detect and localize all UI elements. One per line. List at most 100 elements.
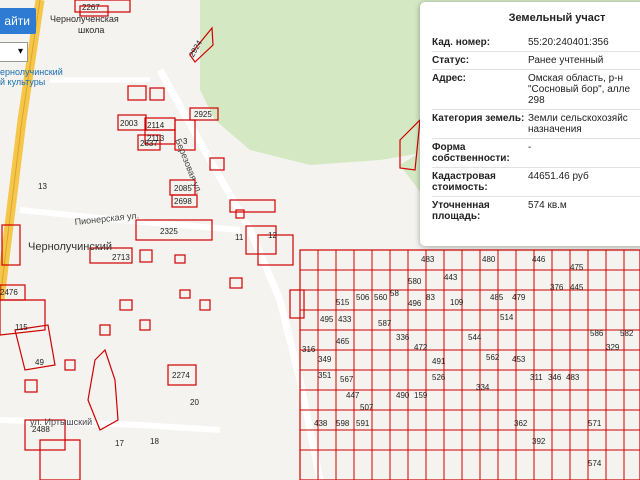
svg-text:115: 115 (15, 323, 28, 332)
svg-text:12: 12 (268, 231, 277, 240)
info-value: Земли сельскохозяйс назначения (528, 113, 640, 135)
popup-title: Земельный участ (508, 12, 606, 24)
info-key: Кад. номер: (432, 37, 491, 48)
svg-text:515: 515 (336, 298, 350, 307)
svg-text:13: 13 (38, 182, 47, 191)
info-row: Статус: Ранее учтенный (432, 51, 640, 69)
info-value-line: "Сосновый бор", алле (528, 84, 631, 95)
svg-text:349: 349 (318, 355, 332, 364)
svg-text:11: 11 (235, 233, 244, 242)
svg-text:598: 598 (336, 419, 350, 428)
svg-text:438: 438 (314, 419, 328, 428)
layer-select[interactable]: ▾ (0, 42, 28, 62)
svg-text:582: 582 (620, 329, 634, 338)
svg-text:526: 526 (432, 373, 446, 382)
svg-text:495: 495 (320, 315, 334, 324)
svg-text:507: 507 (360, 403, 374, 412)
info-value: 44651.46 руб (528, 171, 640, 193)
svg-text:479: 479 (512, 293, 526, 302)
svg-text:2925: 2925 (194, 110, 212, 119)
place-label-culture: ернолучинский (0, 67, 63, 77)
svg-text:392: 392 (532, 437, 546, 446)
info-row: Категория земель: Земли сельскохозяйс назн… (432, 109, 640, 138)
svg-text:544: 544 (468, 333, 482, 342)
svg-text:2274: 2274 (172, 371, 190, 380)
search-button[interactable]: айти (0, 8, 36, 34)
info-value-line: Омская область, р-н (528, 73, 623, 84)
info-row: Форма собственности: - (432, 138, 640, 167)
info-value-line: - (528, 142, 532, 153)
svg-text:580: 580 (408, 277, 422, 286)
place-label-village: Чернолучинский (28, 241, 112, 253)
svg-text:2713: 2713 (112, 253, 130, 262)
svg-text:496: 496 (408, 299, 422, 308)
svg-text:362: 362 (514, 419, 528, 428)
svg-text:586: 586 (590, 329, 604, 338)
place-label-school-2: школа (78, 25, 104, 35)
info-value-line: назначения (528, 124, 582, 135)
svg-text:2085: 2085 (174, 184, 192, 193)
info-value-line: Земли сельскохозяйс (528, 113, 628, 124)
svg-text:316: 316 (302, 345, 316, 354)
svg-text:83: 83 (426, 293, 435, 302)
svg-text:433: 433 (338, 315, 352, 324)
svg-text:562: 562 (486, 353, 500, 362)
svg-text:446: 446 (532, 255, 546, 264)
svg-text:475: 475 (570, 263, 584, 272)
svg-text:346: 346 (548, 373, 562, 382)
info-row: Кад. номер: 55:20:240401:356 (432, 34, 640, 51)
svg-text:472: 472 (414, 343, 428, 352)
info-row: Адрес: Омская область, р-н "Сосновый бор",… (432, 69, 640, 109)
info-value: 574 кв.м (528, 200, 640, 222)
svg-text:58: 58 (390, 289, 399, 298)
info-value: - (528, 142, 640, 164)
svg-text:560: 560 (374, 293, 388, 302)
svg-text:2837: 2837 (140, 139, 158, 148)
svg-text:351: 351 (318, 371, 332, 380)
info-key: Категория земель: (432, 113, 525, 124)
info-row: Кадастровая стоимость: 44651.46 руб (432, 167, 640, 196)
svg-text:376: 376 (550, 283, 564, 292)
info-value: 55:20:240401:356 (528, 37, 640, 48)
svg-text:483: 483 (421, 255, 435, 264)
street-label-irtysh: ул. Иртышский (30, 417, 92, 427)
info-key: Форма собственности: (432, 142, 510, 164)
svg-text:571: 571 (588, 419, 602, 428)
svg-text:491: 491 (432, 357, 446, 366)
svg-text:445: 445 (570, 283, 584, 292)
svg-text:311: 311 (530, 373, 543, 382)
svg-text:506: 506 (356, 293, 370, 302)
svg-text:2114: 2114 (147, 121, 165, 130)
svg-text:2003: 2003 (120, 119, 138, 128)
info-key: Кадастровая стоимость: (432, 171, 496, 193)
svg-text:2476: 2476 (0, 288, 18, 297)
info-value-line: Ранее учтенный (528, 55, 604, 66)
svg-text:480: 480 (482, 255, 496, 264)
svg-text:20: 20 (190, 398, 199, 407)
svg-text:567: 567 (340, 375, 354, 384)
info-row: Уточненная площадь: 574 кв.м (432, 196, 640, 225)
svg-text:334: 334 (476, 383, 490, 392)
parcel-grid[interactable] (300, 250, 640, 480)
street-label-pioner: Пионерская ул. (74, 210, 139, 227)
svg-text:109: 109 (450, 298, 464, 307)
info-key: Уточненная площадь: (432, 200, 490, 222)
info-value-line: 298 (528, 95, 545, 106)
parcel-info-popup: Земельный участ Кад. номер: 55:20:240401:… (420, 2, 640, 246)
svg-text:587: 587 (378, 319, 392, 328)
svg-text:485: 485 (490, 293, 504, 302)
svg-text:490: 490 (396, 391, 410, 400)
svg-text:2267: 2267 (82, 3, 100, 12)
info-value-line: 44651.46 руб (528, 171, 589, 182)
info-value: Омская область, р-н "Сосновый бор", алле 2… (528, 73, 640, 106)
svg-text:574: 574 (588, 459, 602, 468)
info-key: Адрес: (432, 73, 466, 84)
svg-text:465: 465 (336, 337, 350, 346)
svg-text:159: 159 (414, 391, 428, 400)
svg-text:453: 453 (512, 355, 526, 364)
info-value: Ранее учтенный (528, 55, 640, 66)
svg-text:17: 17 (115, 439, 124, 448)
place-label-culture-2: й культуры (0, 77, 45, 87)
svg-text:514: 514 (500, 313, 514, 322)
svg-text:447: 447 (346, 391, 360, 400)
